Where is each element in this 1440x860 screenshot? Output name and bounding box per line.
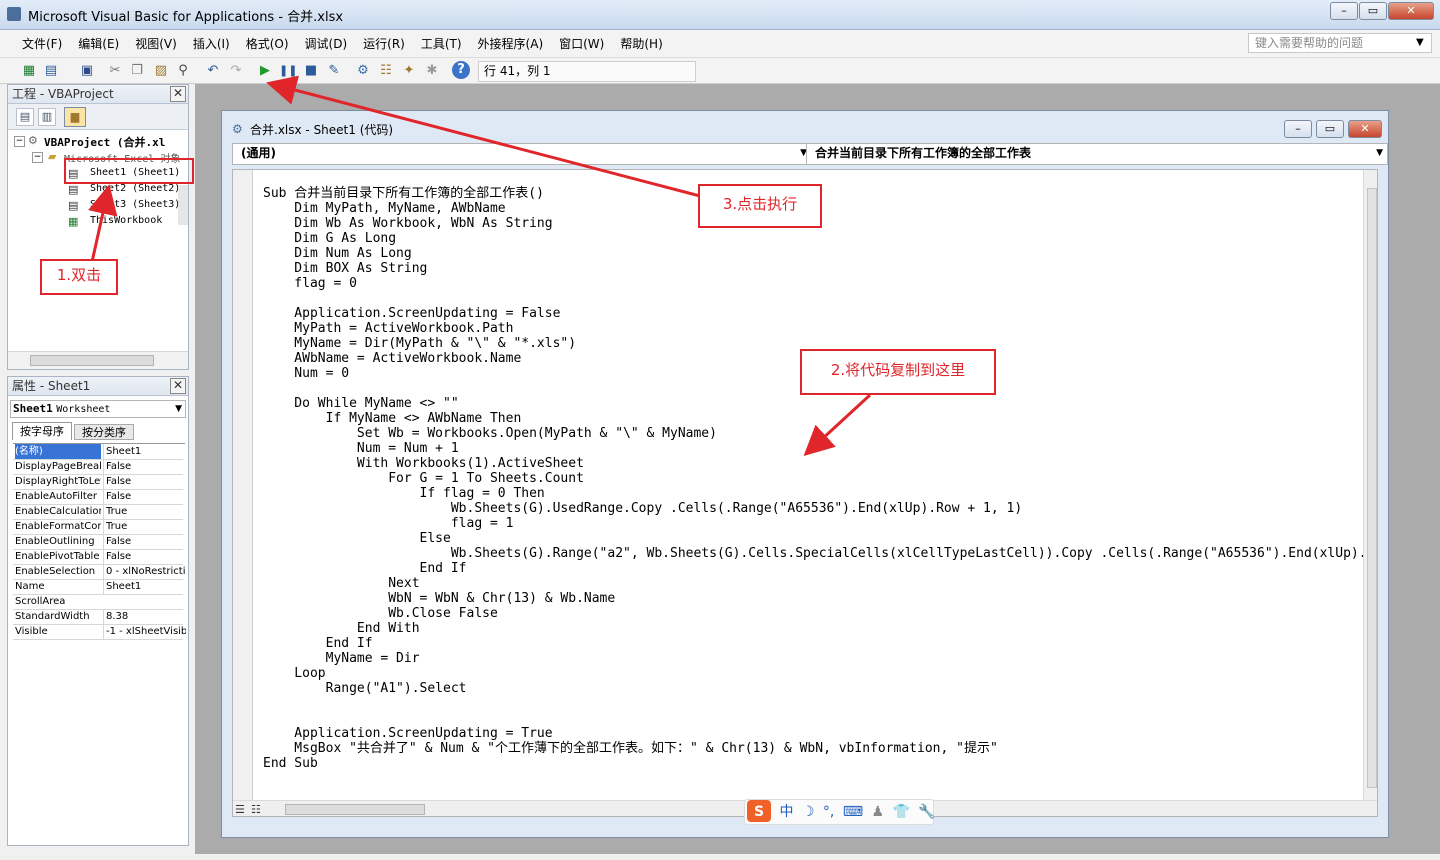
callout-step2: 2.将代码复制到这里 <box>800 349 996 395</box>
callout-step3: 3.点击执行 <box>698 184 822 228</box>
arrow-to-sheet1 <box>88 184 118 263</box>
sheet1-highlight-box <box>64 158 194 184</box>
arrow-to-code-area <box>803 393 872 457</box>
callout-step1: 1.双击 <box>40 259 118 295</box>
annotation-arrows <box>64 75 872 457</box>
arrow-to-run-button <box>266 75 701 198</box>
